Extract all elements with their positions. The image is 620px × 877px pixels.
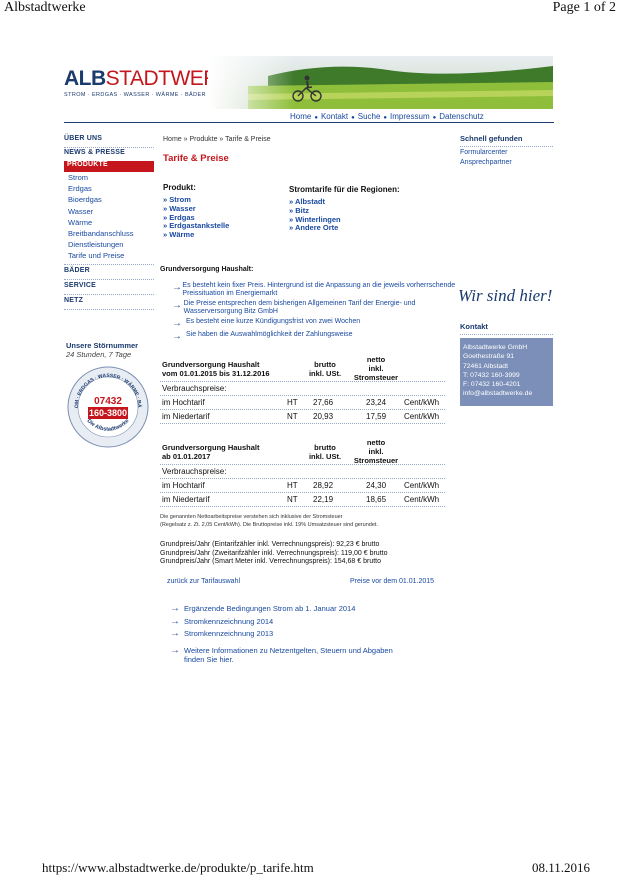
print-header-title: Albstadtwerke <box>4 0 86 15</box>
doc-link-kennzeichnung-2014[interactable]: → Stromkennzeichnung 2014 <box>170 616 355 629</box>
schnell-gefunden: Schnell gefunden Formularcenter Ansprech… <box>460 134 553 168</box>
formularcenter-link[interactable]: Formularcenter <box>460 148 553 158</box>
table1-col-brutto2: inkl. USt. <box>308 369 342 378</box>
stoer-badge[interactable]: STROM · ERDGAS · WASSER · WÄRME · BÄDER … <box>64 361 150 449</box>
table1-subheader: Verbrauchspreise: <box>162 384 227 393</box>
doc-links: → Ergänzende Bedingungen Strom ab 1. Janu… <box>170 603 355 641</box>
stoer-title: Unsere Störnummer 24 Stunden, 7 Tage <box>66 341 139 359</box>
bullet-icon: ● <box>314 115 318 121</box>
table2-title2: ab 01.01.2017 <box>162 452 211 461</box>
left-nav: ÜBER UNS NEWS & PRESSE PRODUKTE Strom Er… <box>64 135 154 310</box>
regionen-list: Stromtarife für die Regionen: » Albstadt… <box>289 185 400 233</box>
logo-alb: ALB <box>64 67 106 90</box>
ansprechpartner-link[interactable]: Ansprechpartner <box>460 158 553 168</box>
produkt-waerme-link[interactable]: » Wärme <box>163 230 229 240</box>
print-footer-url: https://www.albstadtwerke.de/produkte/p_… <box>42 860 314 875</box>
nav-kontakt[interactable]: Kontakt <box>321 112 348 121</box>
badge-number1: 07432 <box>94 396 122 407</box>
grundversorgung-bullets: → Es besteht kein fixer Preis. Hintergrun… <box>172 282 457 342</box>
table2-col-netto2: inkl. <box>368 447 384 456</box>
back-to-tarif-link[interactable]: zurück zur Tarifauswahl <box>167 578 240 585</box>
breadcrumb[interactable]: Home » Produkte » Tarife & Preise <box>163 136 271 143</box>
print-footer-date: 08.11.2016 <box>531 860 590 875</box>
nav-datenschutz[interactable]: Datenschutz <box>439 112 483 121</box>
nav-tarife-preise[interactable]: Tarife und Preise <box>68 250 154 261</box>
nav-ueber-uns[interactable]: ÜBER UNS <box>64 135 154 147</box>
nav-impressum[interactable]: Impressum <box>390 112 430 121</box>
nav-news-presse[interactable]: NEWS & PRESSE <box>64 148 154 161</box>
bullet-text: Es besteht eine kurze Kündigungsfrist vo… <box>186 318 361 325</box>
nav-breitband[interactable]: Breitbandanschluss <box>68 228 154 239</box>
region-andere-orte-link[interactable]: » Andere Orte <box>289 224 400 233</box>
table1-title1: Grundversorgung Haushalt <box>162 360 260 369</box>
regionen-label: Stromtarife für die Regionen: <box>289 185 400 194</box>
arrow-right-icon: → <box>172 282 182 293</box>
more-info-link[interactable]: → Weitere Informationen zu Netzentgelten… <box>170 645 393 665</box>
arrow-right-icon: → <box>172 300 182 311</box>
arrow-right-icon: → <box>170 628 180 639</box>
table2-subheader: Verbrauchspreise: <box>162 467 227 476</box>
table2-col-brutto1: brutto <box>314 443 336 452</box>
footnote: Die genannten Nettoarbeitspreise versteh… <box>160 514 378 528</box>
produkt-list: Produkt: » Strom » Wasser » Erdgas » Erd… <box>163 183 229 240</box>
kontakt-fax: F: 07432 160-4201 <box>463 381 521 389</box>
header-divider <box>64 122 554 123</box>
grundpreis-line: Grundpreis/Jahr (Eintarifzähler inkl. Ve… <box>160 541 380 548</box>
bullet-text: Sie haben die Auswahlmöglichkeit der Zah… <box>186 331 353 338</box>
arrow-right-icon: → <box>172 331 182 342</box>
nav-strom[interactable]: Strom <box>68 172 154 183</box>
slogan: Wir sind hier! <box>458 286 553 305</box>
kontakt-line: Albstadtwerke GmbH <box>463 344 528 351</box>
nav-produkte[interactable]: PRODUKTE <box>64 161 154 172</box>
kontakt-box: Kontakt Albstadtwerke GmbH Goethestraße … <box>460 322 553 406</box>
doc-link-kennzeichnung-2013[interactable]: → Stromkennzeichnung 2013 <box>170 628 355 641</box>
table2-col-netto1: netto <box>366 438 386 447</box>
bullet-icon: ● <box>351 115 355 121</box>
schnell-title: Schnell gefunden <box>460 134 523 143</box>
doc-link-bedingungen[interactable]: → Ergänzende Bedingungen Strom ab 1. Janu… <box>170 603 355 616</box>
table1-title2: vom 01.01.2015 bis 31.12.2016 <box>162 369 270 378</box>
kontakt-title: Kontakt <box>460 322 488 331</box>
kontakt-email[interactable]: info@albstadtwerke.de <box>463 389 550 398</box>
nav-netz[interactable]: NETZ <box>64 295 154 309</box>
kontakt-line: Goethestraße 91 <box>463 353 515 361</box>
bullet-text: Es besteht kein fixer Preis. Hintergrund… <box>182 282 456 297</box>
print-header-page: Page 1 of 2 <box>552 0 616 15</box>
grundpreis-line: Grundpreis/Jahr (Zweitarifzähler inkl. V… <box>160 549 388 557</box>
top-nav: Home ● Kontakt ● Suche ● Impressum ● Datenschutz <box>290 112 484 121</box>
nav-dienstleistungen[interactable]: Dienstleistungen <box>68 239 154 250</box>
nav-service[interactable]: SERVICE <box>64 280 154 294</box>
stoer-subtitle: 24 Stunden, 7 Tage <box>66 350 132 359</box>
arrow-right-icon: → <box>170 645 180 656</box>
kontakt-line: 72461 Albstadt <box>463 362 508 370</box>
nav-waerme[interactable]: Wärme <box>68 217 154 228</box>
table1-col-netto1: netto <box>366 355 386 364</box>
grundversorgung-heading: Grundversorgung Haushalt: <box>160 266 254 273</box>
header-photo <box>208 56 553 109</box>
arrow-right-icon: → <box>170 603 180 614</box>
arrow-right-icon: → <box>172 318 182 329</box>
arrow-right-icon: → <box>170 615 180 627</box>
table1-col-netto2: inkl. <box>368 364 384 373</box>
nav-bioerdgas[interactable]: Bioerdgas <box>68 194 154 205</box>
bullet-icon: ● <box>383 115 388 121</box>
kontakt-phone[interactable]: T: 07432 160-3999 <box>463 371 550 380</box>
nav-suche[interactable]: Suche <box>358 112 381 121</box>
produkt-label: Produkt: <box>163 183 196 192</box>
prices-before-link[interactable]: Preise vor dem 01.01.2015 <box>350 578 434 585</box>
bullet-icon: ● <box>432 115 437 121</box>
nav-baeder[interactable]: BÄDER <box>64 265 154 279</box>
badge-number2: 160-3800 <box>89 408 127 418</box>
table2-col-brutto2: inkl. USt. <box>308 452 342 461</box>
grundpreise: Grundpreis/Jahr (Eintarifzähler inkl. Ve… <box>160 541 387 567</box>
table2-title1: Grundversorgung Haushalt <box>162 443 260 452</box>
nav-erdgas[interactable]: Erdgas <box>68 183 154 194</box>
table1-col-brutto1: brutto <box>314 360 336 369</box>
nav-wasser[interactable]: Wasser <box>68 206 154 217</box>
page-title: Tarife & Preise <box>163 153 229 164</box>
bullet-text: Die Preise entsprechen dem bisherigen Al… <box>183 300 416 315</box>
nav-home[interactable]: Home <box>290 112 311 121</box>
grundpreis-line: Grundpreis/Jahr (Smart Meter inkl. Verre… <box>160 558 381 565</box>
